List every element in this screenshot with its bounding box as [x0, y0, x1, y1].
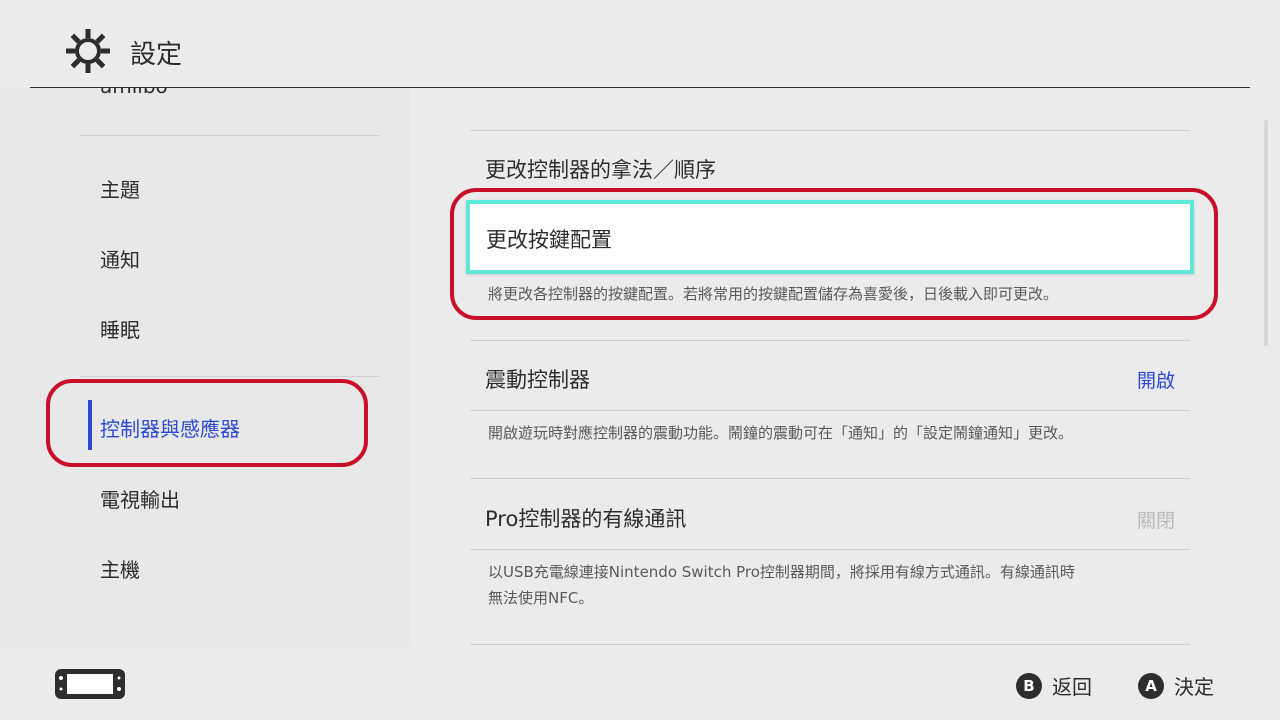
highlight-oval-content: [450, 188, 1218, 320]
footer: B 返回 A 決定: [0, 647, 1280, 720]
sidebar: amiibo 主題 通知 睡眠 控制器與感應器 電視輸出 主機: [0, 88, 410, 647]
back-hint[interactable]: B 返回: [1016, 671, 1092, 700]
change-grip-order-item[interactable]: 更改控制器的拿法／順序: [485, 154, 716, 184]
gear-icon: [66, 29, 110, 73]
header: 設定: [0, 0, 1280, 88]
content-divider: [470, 478, 1190, 479]
sidebar-item-system[interactable]: 主機: [100, 554, 140, 583]
settings-content: 更改控制器的拿法／順序 更改按鍵配置 將更改各控制器的按鍵配置。若將常用的按鍵配…: [410, 88, 1260, 647]
sidebar-divider: [80, 376, 380, 377]
vibration-item-label[interactable]: 震動控制器: [485, 364, 590, 394]
sidebar-item-theme[interactable]: 主題: [100, 174, 140, 203]
scrollbar[interactable]: [1264, 120, 1268, 346]
ok-label: 決定: [1174, 675, 1214, 699]
content-divider: [470, 130, 1190, 131]
back-label: 返回: [1052, 675, 1092, 699]
description-line: 無法使用NFC。: [488, 589, 594, 607]
pro-controller-wired-description: 以USB充電線連接Nintendo Switch Pro控制器期間，將採用有線方…: [488, 559, 1188, 611]
ok-hint[interactable]: A 決定: [1138, 671, 1214, 700]
b-button-icon: B: [1016, 672, 1042, 699]
highlight-oval-sidebar: [46, 379, 368, 467]
sidebar-item-amiibo[interactable]: amiibo: [100, 88, 168, 98]
content-divider: [470, 549, 1190, 550]
description-line: 以USB充電線連接Nintendo Switch Pro控制器期間，將採用有線方…: [488, 563, 1075, 581]
content-divider: [470, 410, 1190, 411]
sidebar-item-sleep[interactable]: 睡眠: [100, 314, 140, 343]
handheld-console-icon: [55, 669, 125, 699]
a-button-icon: A: [1138, 672, 1164, 699]
sidebar-item-notifications[interactable]: 通知: [100, 244, 140, 273]
pro-controller-wired-label[interactable]: Pro控制器的有線通訊: [485, 503, 686, 533]
page-title: 設定: [130, 40, 183, 70]
vibration-description: 開啟遊玩時對應控制器的震動功能。鬧鐘的震動可在「通知」的「設定鬧鐘通知」更改。: [488, 424, 1074, 442]
pro-controller-wired-value[interactable]: 關閉: [1137, 506, 1175, 533]
content-divider: [470, 644, 1190, 645]
sidebar-divider: [80, 135, 380, 136]
vibration-value[interactable]: 開啟: [1137, 366, 1175, 393]
content-divider: [470, 340, 1190, 341]
sidebar-item-tv-output[interactable]: 電視輸出: [100, 484, 180, 513]
